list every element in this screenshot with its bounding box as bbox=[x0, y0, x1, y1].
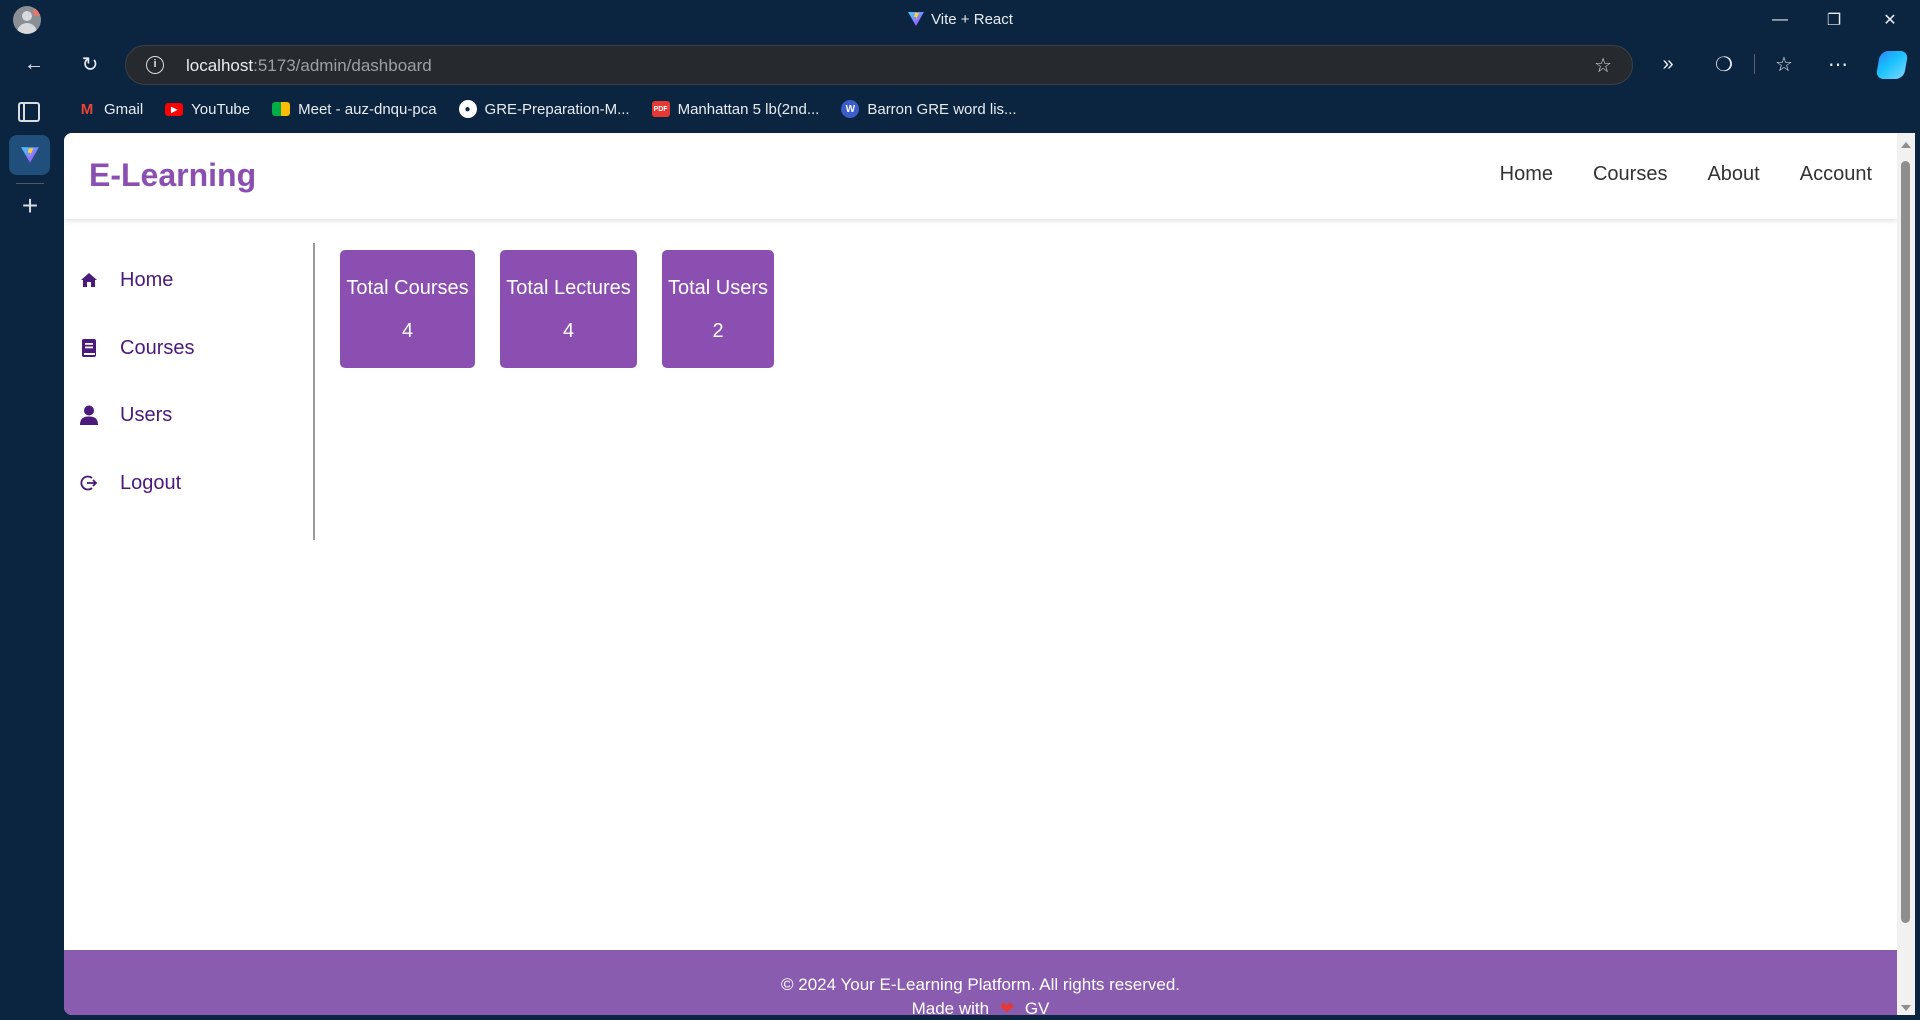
page-viewport: E-Learning Home Courses About Account Ho… bbox=[64, 133, 1915, 1015]
window-title-text: Vite + React bbox=[931, 11, 1013, 28]
toolbar-divider bbox=[1754, 54, 1755, 74]
stat-card-total-lectures[interactable]: Total Lectures 4 bbox=[500, 250, 637, 368]
youtube-icon: ▶ bbox=[165, 102, 184, 116]
scrollbar-thumb[interactable] bbox=[1901, 161, 1910, 923]
stat-title: Total Lectures bbox=[506, 277, 631, 299]
favorites-icon[interactable]: ☆ bbox=[1768, 48, 1800, 80]
tab-divider bbox=[16, 183, 44, 184]
extensions-icon[interactable]: ❍ bbox=[1708, 48, 1740, 80]
site-info-icon[interactable]: i bbox=[146, 56, 164, 74]
bookmark-label: Meet - auz-dnqu-pca bbox=[298, 100, 437, 118]
page-scrollbar[interactable] bbox=[1897, 133, 1915, 1015]
heart-icon: ❤ bbox=[999, 999, 1015, 1015]
bookmark-barron[interactable]: W Barron GRE word lis... bbox=[841, 98, 1017, 120]
url-host: localhost bbox=[186, 56, 254, 75]
close-window-button[interactable]: ✕ bbox=[1862, 0, 1918, 40]
stat-value: 4 bbox=[562, 320, 575, 342]
stat-title: Total Users bbox=[667, 277, 769, 299]
sidebar-item-label: Courses bbox=[120, 336, 195, 359]
site-logo[interactable]: E-Learning bbox=[89, 157, 256, 194]
window-title: Vite + React bbox=[0, 11, 1920, 28]
stat-value: 4 bbox=[401, 320, 414, 342]
stat-card-total-courses[interactable]: Total Courses 4 bbox=[340, 250, 475, 368]
site-footer: © 2024 Your E-Learning Platform. All rig… bbox=[64, 950, 1897, 1015]
copilot-icon[interactable] bbox=[1875, 51, 1909, 79]
bookmark-label: Manhattan 5 lb(2nd... bbox=[677, 100, 820, 118]
favorite-star-icon[interactable]: ☆ bbox=[1594, 53, 1612, 78]
url-path: :5173/admin/dashboard bbox=[253, 56, 432, 75]
vertical-tabs-icon[interactable] bbox=[18, 102, 40, 122]
scroll-up-arrow-icon[interactable] bbox=[1901, 142, 1911, 148]
footer-copyright: © 2024 Your E-Learning Platform. All rig… bbox=[780, 975, 1181, 994]
nav-account-link[interactable]: Account bbox=[1800, 163, 1872, 186]
window-title-bar: Vite + React — ❐ ✕ bbox=[0, 0, 1920, 40]
gmail-icon: M bbox=[80, 100, 94, 118]
made-with-text: Made with bbox=[911, 999, 990, 1015]
address-bar[interactable]: i localhost:5173/admin/dashboard ☆ bbox=[125, 45, 1633, 85]
logout-icon bbox=[79, 473, 99, 493]
nav-courses-link[interactable]: Courses bbox=[1593, 163, 1667, 186]
bookmark-github[interactable]: ● GRE-Preparation-M... bbox=[458, 98, 630, 120]
back-button[interactable]: ← bbox=[18, 48, 50, 80]
admin-sidebar: Home Courses Users Logout bbox=[64, 243, 315, 540]
url-text[interactable]: localhost:5173/admin/dashboard bbox=[186, 56, 432, 76]
made-with-author: GV bbox=[1024, 999, 1050, 1015]
scroll-down-arrow-icon[interactable] bbox=[1901, 1005, 1911, 1011]
vite-logo-icon bbox=[908, 12, 925, 26]
sidebar-item-label: Users bbox=[120, 403, 173, 426]
refresh-button[interactable]: ↻ bbox=[74, 48, 106, 80]
book-icon bbox=[79, 338, 99, 358]
stat-card-total-users[interactable]: Total Users 2 bbox=[662, 250, 774, 368]
top-nav: Home Courses About Account bbox=[1500, 163, 1872, 186]
site-header: E-Learning Home Courses About Account bbox=[64, 133, 1897, 219]
bookmark-youtube[interactable]: ▶ YouTube bbox=[165, 98, 250, 120]
bookmark-gmail[interactable]: M Gmail bbox=[78, 98, 143, 120]
home-icon bbox=[79, 270, 99, 290]
sidebar-item-label: Logout bbox=[120, 471, 182, 494]
active-tab[interactable] bbox=[9, 135, 50, 175]
meet-icon bbox=[272, 102, 291, 116]
sidebar-item-users[interactable]: Users bbox=[79, 400, 172, 430]
wordpress-icon: W bbox=[841, 100, 860, 118]
github-icon: ● bbox=[458, 100, 477, 118]
sidebar-item-courses[interactable]: Courses bbox=[79, 333, 194, 363]
bookmark-label: GRE-Preparation-M... bbox=[484, 100, 630, 118]
bookmark-label: YouTube bbox=[191, 100, 251, 118]
footer-made-with: Made with ❤ GV bbox=[64, 999, 1897, 1015]
media-forward-icon[interactable]: » bbox=[1652, 48, 1684, 80]
bookmark-label: Gmail bbox=[104, 100, 144, 118]
bookmarks-bar: M Gmail ▶ YouTube Meet - auz-dnqu-pca ● … bbox=[78, 98, 1017, 120]
minimize-button[interactable]: — bbox=[1752, 0, 1808, 40]
more-options-icon[interactable]: ⋯ bbox=[1822, 48, 1854, 80]
nav-about-link[interactable]: About bbox=[1707, 163, 1759, 186]
new-tab-button[interactable]: + bbox=[14, 190, 46, 222]
sidebar-item-logout[interactable]: Logout bbox=[79, 468, 181, 498]
bookmark-label: Barron GRE word lis... bbox=[867, 100, 1017, 118]
bookmark-manhattan[interactable]: PDF Manhattan 5 lb(2nd... bbox=[651, 98, 820, 120]
bookmark-meet[interactable]: Meet - auz-dnqu-pca bbox=[272, 98, 437, 120]
vite-tab-icon bbox=[20, 147, 39, 163]
nav-home-link[interactable]: Home bbox=[1500, 163, 1553, 186]
stat-title: Total Courses bbox=[346, 277, 469, 299]
restore-button[interactable]: ❐ bbox=[1806, 0, 1862, 40]
user-icon bbox=[79, 405, 99, 425]
stat-value: 2 bbox=[712, 320, 724, 342]
pdf-icon: PDF bbox=[651, 101, 670, 117]
sidebar-item-label: Home bbox=[120, 268, 174, 291]
sidebar-item-home[interactable]: Home bbox=[79, 265, 173, 295]
